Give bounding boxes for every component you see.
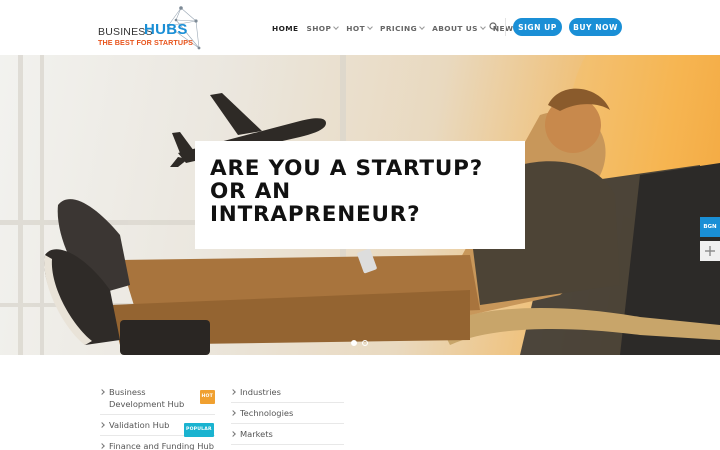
nav-about-us-label: ABOUT US <box>432 23 478 33</box>
chevron-right-icon <box>99 443 105 449</box>
list-item-label: Industries <box>240 387 281 397</box>
hub-list: Business Development Hub HOT Validation … <box>99 386 215 450</box>
list-item-label: Business Development Hub <box>109 387 185 409</box>
nav-divider <box>505 18 506 36</box>
list-item-technologies[interactable]: Technologies <box>230 407 344 424</box>
list-item-validation-hub[interactable]: Validation Hub POPULAR <box>99 419 215 437</box>
logo-tagline: THE BEST FOR STARTUPS <box>98 38 194 47</box>
list-item-label: Technologies <box>240 408 294 418</box>
expand-plus-icon[interactable] <box>700 241 720 261</box>
slider-dots <box>351 340 373 346</box>
nav-pricing[interactable]: PRICING <box>380 23 425 33</box>
chevron-down-icon <box>333 24 340 30</box>
logo-text-hubs: HUBS <box>144 21 188 38</box>
popular-badge: POPULAR <box>184 423 214 437</box>
hero-headline-card: ARE YOU A STARTUP? OR AN INTRAPRENEUR? <box>195 141 525 249</box>
buy-now-button[interactable]: BUY NOW <box>569 18 622 36</box>
chevron-right-icon <box>230 389 236 395</box>
category-list: Industries Technologies Markets <box>230 386 344 449</box>
list-item-finance-funding-hub[interactable]: Finance and Funding Hub <box>99 440 215 450</box>
search-icon[interactable] <box>489 22 499 32</box>
nav-shop[interactable]: SHOP <box>306 23 340 33</box>
nav-hot-label: HOT <box>346 23 366 33</box>
chevron-right-icon <box>230 431 236 437</box>
hero-title-line1: ARE YOU A STARTUP? <box>210 156 483 181</box>
nav-home-label: HOME <box>272 23 299 33</box>
list-item-label: Validation Hub <box>109 420 170 430</box>
site-header: BUSINESS HUBS THE BEST FOR STARTUPS HOME… <box>0 0 720 55</box>
chevron-down-icon <box>480 24 486 30</box>
chevron-right-icon <box>99 422 105 428</box>
list-item-label: Finance and Funding Hub <box>109 441 214 450</box>
hot-badge: HOT <box>199 390 215 404</box>
sign-up-button[interactable]: SIGN UP <box>513 18 562 36</box>
list-item-markets[interactable]: Markets <box>230 428 344 445</box>
hero-slider: ARE YOU A STARTUP? OR AN INTRAPRENEUR? <box>0 55 720 355</box>
currency-badge[interactable]: BGN <box>700 217 720 237</box>
nav-home[interactable]: HOME <box>272 24 298 33</box>
slider-dot-2[interactable] <box>362 340 368 346</box>
nav-shop-label: SHOP <box>306 23 332 33</box>
list-item-business-development-hub[interactable]: Business Development Hub HOT <box>99 386 215 415</box>
chevron-down-icon <box>419 24 425 30</box>
nav-about-us[interactable]: ABOUT US <box>432 23 486 33</box>
chevron-right-icon <box>99 389 105 395</box>
list-item-industries[interactable]: Industries <box>230 386 344 403</box>
hero-title-line3: INTRAPRENEUR? <box>210 202 421 227</box>
nav-hot[interactable]: HOT <box>346 23 373 33</box>
nav-pricing-label: PRICING <box>380 23 418 33</box>
chevron-right-icon <box>230 410 236 416</box>
plus-icon <box>705 246 715 256</box>
hero-title-line2: OR AN <box>210 179 291 204</box>
list-item-label: Markets <box>240 429 273 439</box>
slider-dot-1[interactable] <box>351 340 357 346</box>
chevron-down-icon <box>367 24 373 30</box>
business-hubs-logo[interactable]: BUSINESS HUBS THE BEST FOR STARTUPS <box>96 4 204 52</box>
